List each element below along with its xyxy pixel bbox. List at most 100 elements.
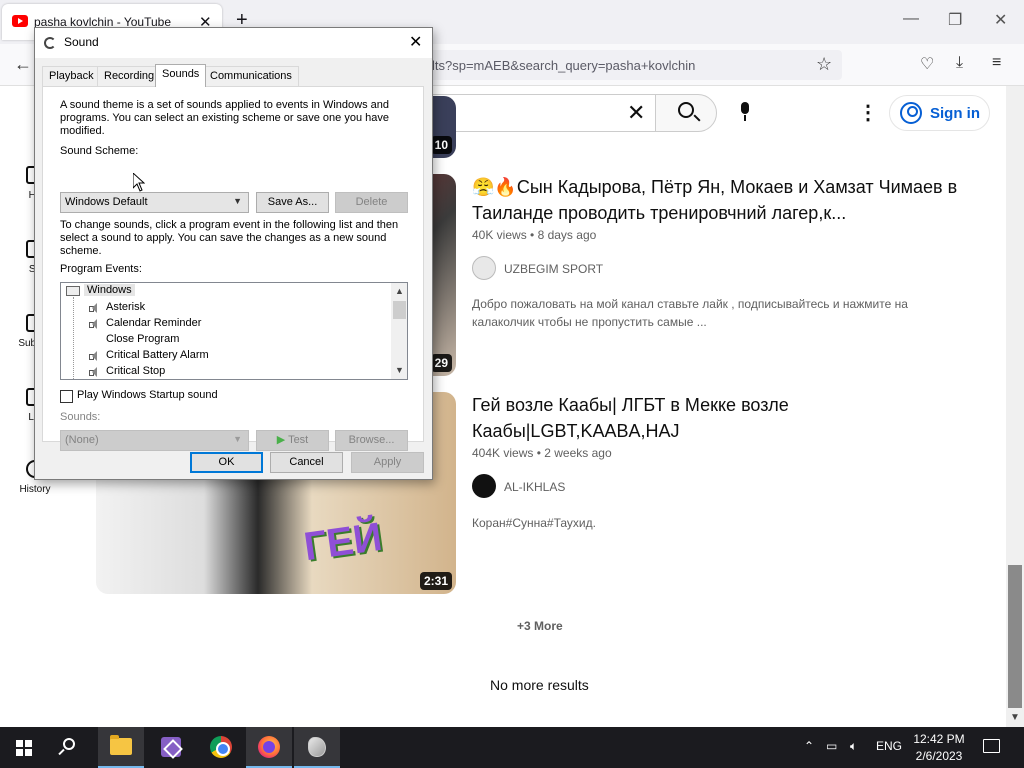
upload-age: 2 weeks ago xyxy=(544,446,612,460)
speaker-icon xyxy=(89,319,99,329)
taskbar: ⌃ ▭ 🔈︎ ENG 12:42 PM 2/6/2023 xyxy=(0,727,1024,768)
sound-app-icon xyxy=(308,737,326,757)
video-duration: 2:31 xyxy=(419,572,452,590)
video-description: Коран#Сунна#Таухид. xyxy=(472,516,596,530)
page-scrollbar-thumb[interactable] xyxy=(1008,565,1022,708)
taskbar-file-explorer[interactable] xyxy=(98,727,144,768)
events-scrollbar[interactable]: ▲ ▼ xyxy=(391,283,407,379)
view-count: 40K views xyxy=(472,228,527,242)
test-button[interactable]: ▶ Test xyxy=(256,430,329,451)
no-more-results: No more results xyxy=(490,677,589,693)
sounds-panel: A sound theme is a set of sounds applied… xyxy=(42,86,424,451)
speaker-icon xyxy=(89,367,99,377)
search-button[interactable] xyxy=(655,94,717,132)
video-duration: 10 xyxy=(430,136,452,154)
youtube-favicon-icon xyxy=(12,15,28,27)
dialog-title: Sound xyxy=(64,35,99,49)
scroll-up-icon[interactable]: ▲ xyxy=(395,286,404,296)
url-text: lts?sp=mAEB&search_query=pasha+kovlchin xyxy=(432,58,696,73)
chrome-icon xyxy=(210,736,232,758)
channel-name[interactable]: UZBEGIM SPORT xyxy=(504,262,603,276)
sounds-value: (None) xyxy=(65,434,99,446)
window-close-icon[interactable]: ✕ xyxy=(994,10,1007,30)
video-meta: 404K views • 2 weeks ago xyxy=(472,446,612,460)
video-duration: 29 xyxy=(430,354,452,372)
dialog-close-icon[interactable]: ✕ xyxy=(409,32,422,52)
microphone-icon[interactable] xyxy=(739,102,751,121)
tab-recording[interactable]: Recording xyxy=(97,66,162,86)
video-description: Добро пожаловать на мой канал ставьте ла… xyxy=(472,297,908,329)
list-item[interactable]: Close Program xyxy=(106,333,179,345)
scroll-down-icon[interactable]: ▼ xyxy=(1010,712,1020,723)
speaker-icon xyxy=(89,303,99,313)
test-label: Test xyxy=(288,434,309,446)
address-bar[interactable]: lts?sp=mAEB&search_query=pasha+kovlchin … xyxy=(420,50,842,80)
sign-in-button[interactable]: Sign in xyxy=(889,95,990,131)
chevron-down-icon: ▼ xyxy=(233,196,242,206)
minimize-icon[interactable]: — xyxy=(903,10,919,28)
list-item[interactable]: Calendar Reminder xyxy=(106,317,201,329)
pocket-icon[interactable]: ♡ xyxy=(920,54,934,74)
downloads-icon[interactable]: ⤓ xyxy=(956,54,963,72)
notifications-icon[interactable] xyxy=(983,739,1000,753)
bookmark-star-icon[interactable]: ☆ xyxy=(816,54,832,75)
dialog-titlebar[interactable]: Sound ✕ xyxy=(35,28,432,58)
instructions-text: To change sounds, click a program event … xyxy=(60,219,399,257)
clear-search-icon[interactable]: ✕ xyxy=(627,100,645,126)
desktop: pasha kovlchin - YouTube ✕ + — ❐ ✕ ← lts… xyxy=(0,0,1024,768)
more-results-link[interactable]: +3 More xyxy=(517,619,563,633)
scroll-down-icon[interactable]: ▼ xyxy=(395,365,404,375)
list-item[interactable]: Critical Battery Alarm xyxy=(106,349,209,361)
tab-playback[interactable]: Playback xyxy=(42,66,101,86)
tab-communications[interactable]: Communications xyxy=(203,66,299,86)
maximize-icon[interactable]: ❐ xyxy=(948,10,962,30)
video-title[interactable]: Гей возле Каабы| ЛГБТ в Мекке возле Кааб… xyxy=(472,392,962,444)
event-root[interactable]: Windows xyxy=(84,284,135,296)
channel-name[interactable]: AL-IKHLAS xyxy=(504,480,565,494)
cancel-button[interactable]: Cancel xyxy=(270,452,343,473)
channel-avatar[interactable] xyxy=(472,256,496,280)
save-as-button[interactable]: Save As... xyxy=(256,192,329,213)
taskbar-search-button[interactable] xyxy=(48,727,94,768)
video-title[interactable]: 😤🔥Сын Кадырова, Пётр Ян, Мокаев и Хамзат… xyxy=(472,174,962,226)
startup-sound-checkbox[interactable] xyxy=(60,390,73,403)
list-item[interactable]: Critical Stop xyxy=(106,365,165,377)
apply-button[interactable]: Apply xyxy=(351,452,424,473)
tab-sounds[interactable]: Sounds xyxy=(155,64,207,87)
play-icon: ▶ xyxy=(276,434,286,446)
sounds-select[interactable]: (None) ▼ xyxy=(60,430,249,451)
intro-text: A sound theme is a set of sounds applied… xyxy=(60,99,389,137)
sounds-label: Sounds: xyxy=(60,411,101,423)
volume-icon[interactable]: 🔈︎ xyxy=(850,739,857,754)
thumbnail-caption: ГЕЙ xyxy=(301,514,385,570)
video-meta: 40K views • 8 days ago xyxy=(472,228,597,242)
start-button[interactable] xyxy=(0,727,46,768)
taskbar-visual-studio[interactable] xyxy=(148,727,194,768)
search-icon xyxy=(63,738,75,750)
taskbar-firefox[interactable] xyxy=(246,727,292,768)
back-arrow-icon[interactable]: ← xyxy=(14,54,32,75)
ok-button[interactable]: OK xyxy=(190,452,263,473)
account-icon xyxy=(900,102,922,124)
tray-chevron-up-icon[interactable]: ⌃ xyxy=(804,739,814,753)
windows-folder-icon xyxy=(66,286,80,296)
clock-time[interactable]: 12:42 PM xyxy=(913,732,965,746)
events-scrollbar-thumb[interactable] xyxy=(393,301,406,319)
sound-scheme-select[interactable]: Windows Default ▼ xyxy=(60,192,249,213)
browse-button[interactable]: Browse... xyxy=(335,430,408,451)
delete-button[interactable]: Delete xyxy=(335,192,408,213)
channel-avatar[interactable] xyxy=(472,474,496,498)
taskbar-sound-settings[interactable] xyxy=(294,727,340,768)
list-item[interactable]: Asterisk xyxy=(106,301,145,313)
more-options-icon[interactable]: ⋮ xyxy=(858,100,878,125)
scheme-label: Sound Scheme: xyxy=(60,145,139,157)
clock-date[interactable]: 2/6/2023 xyxy=(911,749,967,763)
taskbar-chrome[interactable] xyxy=(198,727,244,768)
search-icon xyxy=(678,102,694,118)
program-events-list[interactable]: Windows Asterisk Calendar Reminder Close… xyxy=(60,282,408,380)
menu-icon[interactable]: ≡ xyxy=(992,54,1001,72)
input-language[interactable]: ENG xyxy=(876,739,902,753)
folder-icon xyxy=(110,735,132,755)
view-count: 404K views xyxy=(472,446,534,460)
network-icon[interactable]: ▭ xyxy=(826,739,837,753)
